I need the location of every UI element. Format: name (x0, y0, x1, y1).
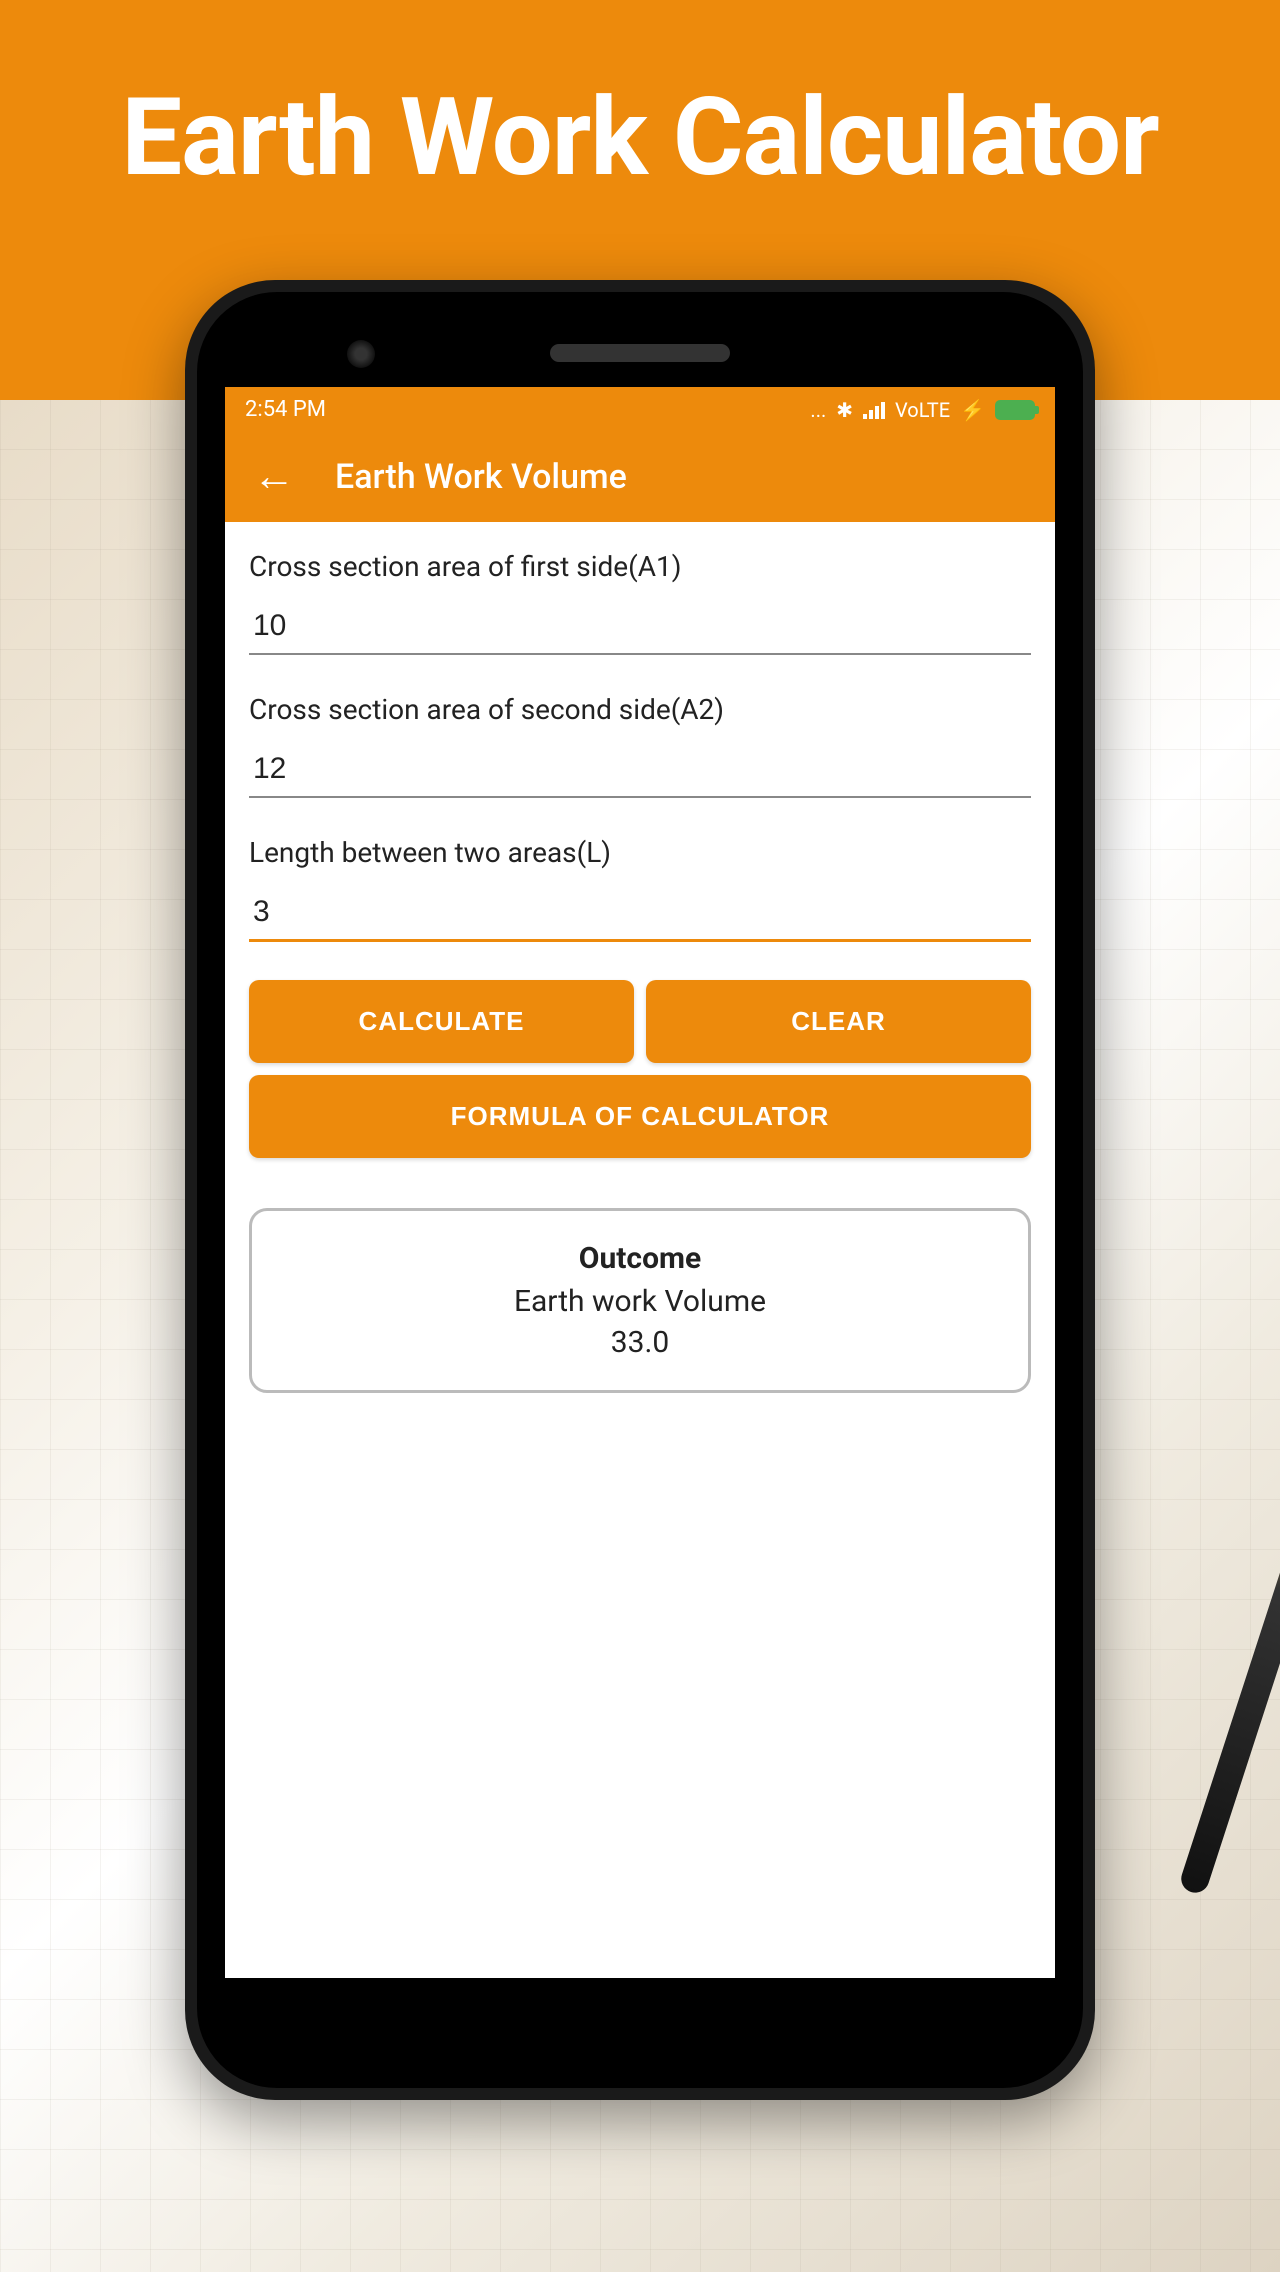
app-bar-title: Earth Work Volume (335, 457, 627, 497)
status-dots: ... (810, 398, 826, 422)
calculate-button[interactable]: CALCULATE (249, 980, 634, 1063)
phone-frame: 2:54 PM ... ✱ VoLTE ⚡ ← Earth Work Volum… (185, 280, 1095, 2100)
content: Cross section area of first side(A1) Cro… (225, 522, 1055, 1421)
field-l-label: Length between two areas(L) (249, 836, 1031, 869)
outcome-title: Outcome (282, 1241, 998, 1276)
button-row: CALCULATE CLEAR (249, 980, 1031, 1063)
charging-icon: ⚡ (960, 398, 985, 422)
clear-button[interactable]: CLEAR (646, 980, 1031, 1063)
field-a2-label: Cross section area of second side(A2) (249, 693, 1031, 726)
back-arrow-icon[interactable]: ← (253, 456, 295, 498)
phone-camera (347, 340, 375, 368)
outcome-card: Outcome Earth work Volume 33.0 (249, 1208, 1031, 1393)
outcome-label: Earth work Volume (282, 1284, 998, 1319)
status-bar: 2:54 PM ... ✱ VoLTE ⚡ (225, 387, 1055, 432)
field-a1: Cross section area of first side(A1) (249, 550, 1031, 655)
phone-speaker (550, 344, 730, 362)
volte-indicator: VoLTE (895, 398, 950, 422)
status-time: 2:54 PM (245, 397, 326, 422)
field-l-input[interactable] (249, 887, 1031, 942)
signal-icon (863, 401, 885, 419)
banner-title: Earth Work Calculator (121, 75, 1158, 201)
outcome-value: 33.0 (282, 1325, 998, 1360)
field-a1-input[interactable] (249, 601, 1031, 655)
field-a2: Cross section area of second side(A2) (249, 693, 1031, 798)
bluetooth-icon: ✱ (836, 398, 853, 422)
battery-icon (995, 400, 1035, 420)
field-l: Length between two areas(L) (249, 836, 1031, 942)
formula-button[interactable]: FORMULA OF CALCULATOR (249, 1075, 1031, 1158)
screen: 2:54 PM ... ✱ VoLTE ⚡ ← Earth Work Volum… (225, 387, 1055, 1978)
status-right: ... ✱ VoLTE ⚡ (810, 398, 1035, 422)
phone-bezel: 2:54 PM ... ✱ VoLTE ⚡ ← Earth Work Volum… (197, 292, 1083, 2088)
field-a2-input[interactable] (249, 744, 1031, 798)
app-bar: ← Earth Work Volume (225, 432, 1055, 522)
field-a1-label: Cross section area of first side(A1) (249, 550, 1031, 583)
